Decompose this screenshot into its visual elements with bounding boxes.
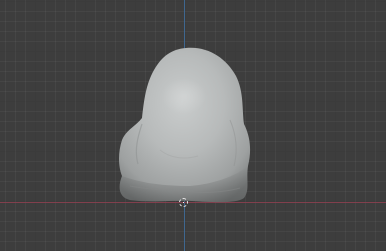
3d-viewport[interactable] — [0, 0, 386, 251]
3d-cursor-icon[interactable] — [179, 198, 188, 207]
sculpt-mesh-object[interactable] — [0, 0, 386, 251]
